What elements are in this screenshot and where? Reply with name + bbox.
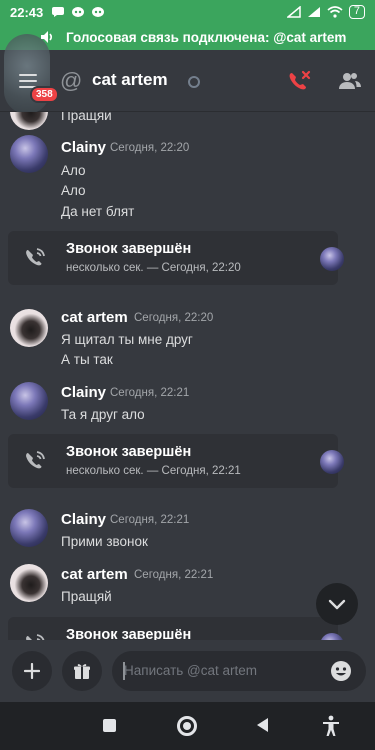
avatar[interactable] [10,382,48,420]
timestamp: Сегодня, 22:20 [134,312,214,324]
end-call-icon[interactable] [286,68,312,94]
chevron-down-icon [328,599,346,610]
message-text: Пращяй [61,589,112,604]
message-text: Та я друг ало [61,407,145,422]
timestamp: Сегодня, 22:20 [110,142,190,154]
status-bar: 22:43 7 [0,0,375,24]
add-attachment-button[interactable] [12,651,52,691]
gift-button[interactable] [62,651,102,691]
menu-button[interactable]: 358 [4,34,59,114]
author-name[interactable]: Clainy [61,511,106,528]
discord-icon-2 [92,7,105,17]
call-ended-icon [26,634,45,640]
channel-header: 358 @ cat artem [0,34,375,114]
message-text: Я щитал ты мне друг [61,332,193,347]
notification-icons [51,6,105,18]
timestamp: Сегодня, 22:21 [110,387,190,399]
message-text: А ты так [61,352,113,367]
discord-icon [72,7,85,17]
message-text: Пращяй [61,112,112,123]
call-ended-icon [26,248,45,266]
author-name[interactable]: cat artem [61,566,128,583]
message-icon [52,7,65,17]
timestamp: Сегодня, 22:21 [110,514,190,526]
call-title: Звонок завершён [66,241,192,257]
call-ended-card[interactable]: Звонок завершён [8,617,344,640]
avatar[interactable] [10,309,48,347]
call-title: Звонок завершён [66,627,192,640]
recents-button[interactable] [103,719,116,732]
participant-avatar [320,247,344,271]
message-list[interactable]: Пращяй Clainy Сегодня, 22:20 Ало Ало Да … [0,112,375,640]
signal-icon [307,7,320,17]
avatar[interactable] [10,112,48,130]
author-name[interactable]: Clainy [61,139,106,156]
avatar[interactable] [10,135,48,173]
plus-icon [24,663,40,679]
avatar[interactable] [10,509,48,547]
status-offline-icon [188,76,200,88]
voice-status-text: Голосовая связь подключена: @cat artem [66,29,347,45]
call-title: Звонок завершён [66,444,192,460]
members-icon[interactable] [338,69,362,93]
call-ended-card[interactable]: Звонок завершён несколько сек. — Сегодня… [8,231,344,285]
voice-connected-banner[interactable]: 22:43 7 Голосовая связь подключена: @cat… [0,0,375,50]
system-nav-bar [0,702,375,750]
participant-avatar [320,633,344,640]
status-time: 22:43 [10,4,44,20]
message-text: Прими звонок [61,534,148,549]
menu-icon [19,74,37,76]
author-name[interactable]: Clainy [61,384,106,401]
call-ended-card[interactable]: Звонок завершён несколько сек. — Сегодня… [8,434,344,488]
signal-x-icon [286,6,301,18]
emoji-icon[interactable] [330,660,352,682]
wifi-icon [327,6,343,18]
page-title[interactable]: cat artem [92,70,168,90]
back-button[interactable] [257,718,268,732]
unread-badge: 358 [30,86,59,103]
gift-icon [74,664,90,679]
jump-to-bottom-button[interactable] [316,583,358,625]
author-name[interactable]: cat artem [61,309,128,326]
at-icon: @ [60,68,83,93]
app-screen: 22:43 7 Голосовая связь подключена: @cat… [0,0,375,750]
battery-indicator: 7 [348,5,365,19]
call-ended-icon [26,451,45,469]
timestamp: Сегодня, 22:21 [134,569,214,581]
message-text: Ало [61,163,86,178]
voice-bar[interactable]: Голосовая связь подключена: @cat artem [0,24,375,50]
menu-icon-line [19,80,37,82]
message-text: Да нет блят [61,204,135,219]
message-text: Ало [61,183,86,198]
avatar[interactable] [10,564,48,602]
participant-avatar [320,450,344,474]
message-composer: Написать @cat artem [0,640,375,702]
home-button[interactable] [177,716,197,736]
message-input[interactable]: Написать @cat artem [112,651,366,691]
call-subtitle: несколько сек. — Сегодня, 22:20 [66,262,241,274]
system-indicators: 7 [286,5,365,19]
call-subtitle: несколько сек. — Сегодня, 22:21 [66,465,241,477]
accessibility-icon[interactable] [322,715,340,737]
